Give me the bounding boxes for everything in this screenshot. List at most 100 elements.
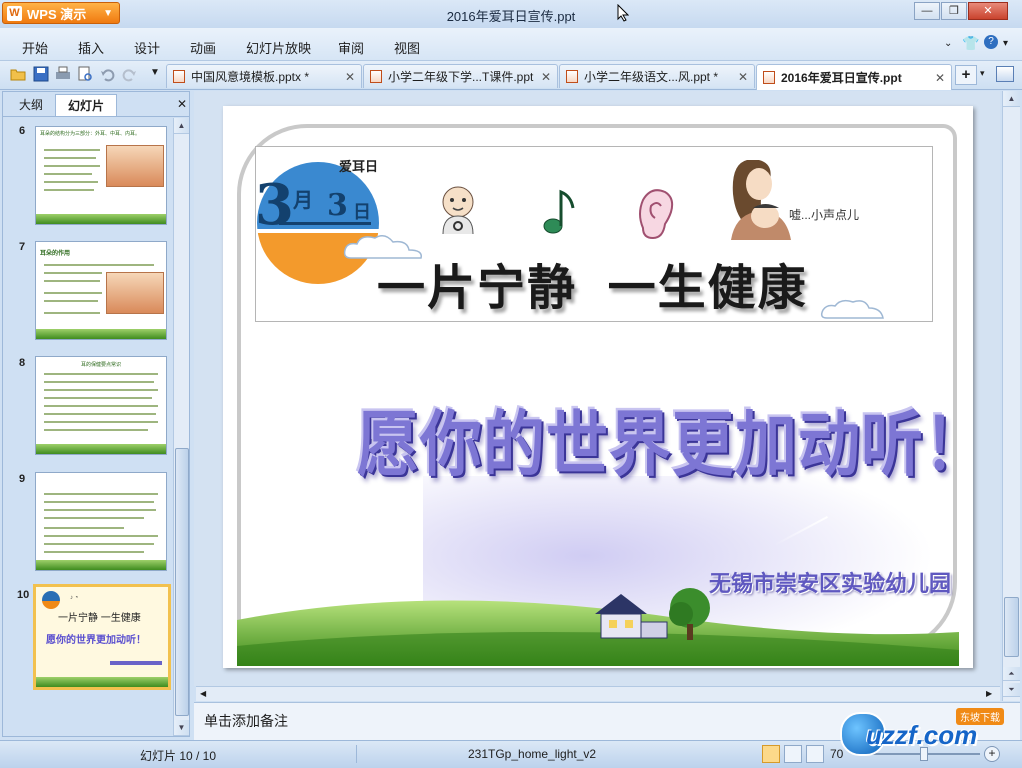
thumb-title: 耳朵的作用 bbox=[40, 251, 71, 257]
small-cloud-icon bbox=[820, 299, 884, 319]
chevron-down-icon[interactable]: ⌄ bbox=[944, 38, 952, 49]
save-icon[interactable] bbox=[33, 66, 49, 82]
help-dropdown-icon[interactable]: ▾ bbox=[1003, 38, 1008, 49]
ear-day-label: 爱耳日 bbox=[339, 159, 379, 174]
thumb-title: 耳的保健要点常识 bbox=[80, 362, 121, 368]
scrollbar-thumb[interactable] bbox=[175, 448, 189, 716]
slide-counter: 幻灯片 10 / 10 bbox=[140, 749, 217, 763]
watermark-text: uzzf.com bbox=[866, 720, 978, 750]
skin-shirt-icon[interactable]: 👕 bbox=[962, 35, 979, 52]
baby-listening-icon bbox=[442, 186, 474, 235]
print-icon[interactable] bbox=[55, 66, 71, 82]
slides-panel: 大纲 幻灯片 ✕ 6 耳朵的结构分为三部分：外耳、中耳、内耳。 7 耳朵的作用 … bbox=[2, 91, 190, 737]
menu-review[interactable]: 审阅 bbox=[338, 38, 364, 57]
menu-start[interactable]: 开始 bbox=[22, 38, 48, 57]
tab-list-dropdown-icon[interactable]: ▾ bbox=[980, 68, 985, 79]
slide-number: 9 bbox=[19, 473, 26, 485]
mouse-cursor-icon bbox=[617, 4, 629, 22]
menu-design[interactable]: 设计 bbox=[134, 38, 160, 57]
tab-outline[interactable]: 大纲 bbox=[7, 94, 55, 116]
thumb-subtitle: 愿你的世界更加动听！ bbox=[46, 635, 146, 646]
tab-document-2[interactable]: 小学二年级下学...T课件.ppt ✕ bbox=[363, 64, 558, 88]
tab-label: 小学二年级语文...风.ppt * bbox=[584, 70, 719, 84]
menu-view[interactable]: 视图 bbox=[394, 38, 420, 57]
scrollbar-thumb[interactable] bbox=[1004, 597, 1019, 657]
headline: 一片宁静 一生健康 bbox=[377, 262, 808, 315]
window-title: 2016年爱耳日宣传.ppt bbox=[446, 9, 576, 24]
slide-canvas[interactable]: 爱耳日 3 月 3 日 嘘...小声点儿 一片宁静 一生健康 愿你的世界更加动听… bbox=[223, 106, 973, 668]
ppt-file-icon bbox=[370, 70, 382, 83]
whisper-caption: 嘘...小声点儿 bbox=[789, 208, 860, 222]
slide-thumbnail-8[interactable]: 耳的保健要点常识 bbox=[35, 356, 167, 455]
menu-slideshow[interactable]: 幻灯片放映 bbox=[246, 38, 311, 57]
date-day: 3 bbox=[327, 188, 348, 223]
wish-text: 愿你的世界更加动听！ bbox=[357, 405, 973, 485]
open-folder-icon[interactable] bbox=[10, 66, 26, 82]
slide-sorter-view-icon[interactable] bbox=[784, 745, 802, 763]
close-tab-icon[interactable]: ✕ bbox=[935, 71, 945, 85]
tab-label: 中国风意境模板.pptx * bbox=[191, 70, 310, 84]
maximize-button[interactable]: ❐ bbox=[941, 2, 967, 20]
horizontal-scrollbar[interactable]: ◀ ▶ bbox=[196, 686, 1000, 701]
slide-number: 10 bbox=[17, 589, 30, 601]
close-panel-icon[interactable]: ✕ bbox=[177, 97, 187, 111]
scroll-down-icon[interactable]: ▼ bbox=[174, 720, 189, 736]
title-bar: W WPS 演示 ▼ 2016年爱耳日宣传.ppt — ❐ ✕ bbox=[0, 0, 1022, 29]
slide-thumbnail-10[interactable]: ♪ ◔ 一片宁静 一生健康 愿你的世界更加动听！ bbox=[33, 584, 171, 690]
help-icon[interactable]: ? bbox=[984, 35, 998, 49]
slide-number: 6 bbox=[19, 125, 26, 137]
template-name: 231TGp_home_light_v2 bbox=[468, 747, 597, 761]
mother-child-illustration bbox=[731, 160, 791, 240]
tab-document-active[interactable]: 2016年爱耳日宣传.ppt ✕ bbox=[756, 64, 952, 90]
slide-thumbnail-9[interactable] bbox=[35, 472, 167, 571]
print-preview-icon[interactable] bbox=[77, 66, 93, 82]
close-tab-icon[interactable]: ✕ bbox=[541, 70, 551, 84]
music-note-icon bbox=[543, 189, 575, 234]
menu-bar: 开始 插入 设计 动画 幻灯片放映 审阅 视图 ⌄ 👕 ? ▾ bbox=[0, 28, 1022, 61]
slide-scrollbar[interactable]: ▲ ⏶ ⏷ bbox=[1002, 91, 1020, 701]
redo-icon[interactable] bbox=[121, 66, 137, 82]
notes-placeholder: 单击添加备注 bbox=[204, 713, 288, 729]
ppt-file-icon bbox=[763, 71, 775, 84]
date-underline bbox=[279, 222, 371, 225]
scroll-right-icon[interactable]: ▶ bbox=[986, 689, 992, 698]
site-watermark: 东坡下载 uzzf.com bbox=[836, 708, 1016, 758]
normal-view-icon[interactable] bbox=[762, 745, 780, 763]
tab-label: 小学二年级下学...T课件.ppt bbox=[388, 70, 534, 84]
new-tab-plus-icon[interactable]: + bbox=[955, 65, 977, 85]
scroll-up-icon[interactable]: ▲ bbox=[174, 118, 189, 134]
thumbnails-scrollbar[interactable]: ▲ ▼ bbox=[173, 118, 189, 736]
menu-animation[interactable]: 动画 bbox=[190, 38, 216, 57]
tab-label: 2016年爱耳日宣传.ppt bbox=[781, 71, 902, 85]
menu-insert[interactable]: 插入 bbox=[78, 38, 104, 57]
date-day-unit: 日 bbox=[353, 202, 371, 222]
tab-document-3[interactable]: 小学二年级语文...风.ppt * ✕ bbox=[559, 64, 755, 88]
slide-number: 8 bbox=[19, 357, 26, 369]
minimize-button[interactable]: — bbox=[914, 2, 940, 20]
tree-icon bbox=[669, 588, 710, 640]
thumb-title: 一片宁静 一生健康 bbox=[58, 613, 141, 624]
tab-layout-icon[interactable] bbox=[996, 66, 1014, 82]
close-button[interactable]: ✕ bbox=[968, 2, 1008, 20]
slide-thumbnail-7[interactable]: 耳朵的作用 bbox=[35, 241, 167, 340]
ppt-file-icon bbox=[566, 70, 578, 83]
scroll-up-icon[interactable]: ▲ bbox=[1003, 91, 1020, 107]
close-tab-icon[interactable]: ✕ bbox=[738, 70, 748, 84]
slide-thumbnail-6[interactable]: 耳朵的结构分为三部分：外耳、中耳、内耳。 bbox=[35, 126, 167, 225]
house-icon bbox=[595, 594, 668, 639]
prev-slide-icon[interactable]: ⏶ bbox=[1003, 667, 1020, 681]
tab-document-1[interactable]: 中国风意境模板.pptx * ✕ bbox=[166, 64, 362, 88]
scroll-left-icon[interactable]: ◀ bbox=[200, 689, 206, 698]
next-slide-icon[interactable]: ⏷ bbox=[1003, 683, 1020, 697]
date-month-unit: 月 bbox=[293, 190, 313, 212]
undo-icon[interactable] bbox=[100, 66, 116, 82]
thumb-title: 耳朵的结构分为三部分：外耳、中耳、内耳。 bbox=[40, 131, 141, 137]
document-tab-bar: ▼ 中国风意境模板.pptx * ✕ 小学二年级下学...T课件.ppt ✕ 小… bbox=[0, 61, 1022, 90]
slideshow-view-icon[interactable] bbox=[806, 745, 824, 763]
close-tab-icon[interactable]: ✕ bbox=[345, 70, 355, 84]
slide-number: 7 bbox=[19, 241, 26, 253]
toolbar-dropdown-icon[interactable]: ▼ bbox=[150, 67, 160, 78]
tab-slides[interactable]: 幻灯片 bbox=[55, 94, 117, 117]
date-month: 3 bbox=[255, 172, 294, 238]
ppt-file-icon bbox=[173, 70, 185, 83]
